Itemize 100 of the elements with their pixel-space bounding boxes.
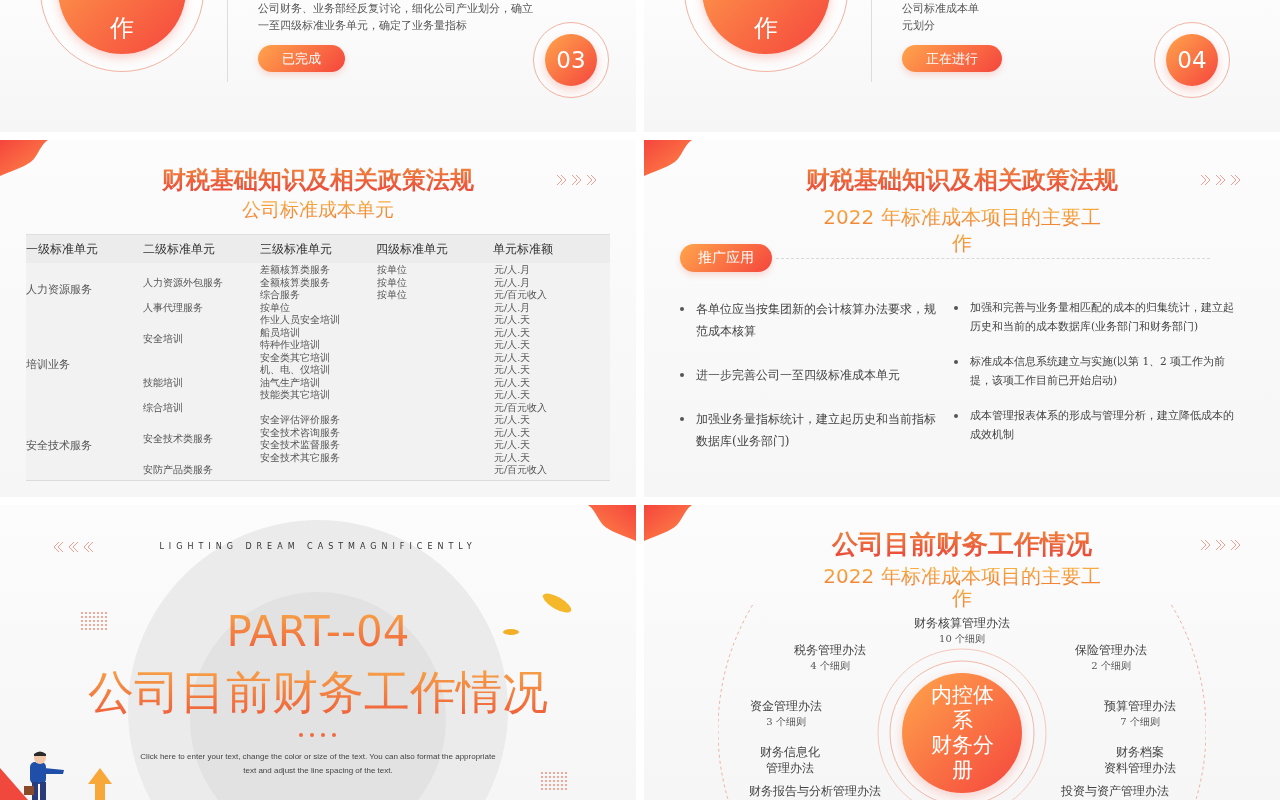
table-cell-text: 差额核算类服务	[260, 264, 331, 277]
table-cell-text: 综合服务	[260, 289, 301, 302]
description-line: 元划分	[902, 18, 935, 33]
table-cell-text: 油气生产培训	[260, 376, 321, 389]
bullet-text: 进一步完善公司一至四级标准成本单元	[696, 367, 900, 384]
node-count: 10 个细则	[939, 631, 985, 645]
description-line: 一至四级标准业务单元，确定了业务量指标	[258, 18, 467, 33]
column-header: 三级标准单元	[259, 240, 333, 258]
table-cell-text: 按单位	[377, 264, 408, 277]
table-cell-text: 技能培训	[143, 376, 184, 389]
number-disc: 04	[1166, 34, 1218, 86]
node-title: 投资与资产管理办法	[1061, 783, 1169, 799]
node-count: 2 个细则	[1091, 658, 1131, 672]
table-cell-text: 元/人.天	[494, 451, 532, 464]
center-label: 财务分	[930, 733, 994, 758]
table-cell-text: 元/人.月	[494, 276, 532, 289]
status-pill: 已完成	[258, 45, 345, 72]
description-text: Click here to enter your text, change the color or size of the text. You can also format the appropriate text and adjust the line spacing of the text.	[139, 751, 497, 777]
node-title: 财务信息化	[760, 744, 820, 760]
table-cell-text: 安全技术监督服务	[260, 439, 341, 452]
table-cell-text: 元/人.月	[494, 301, 532, 314]
table-cell-text: 元/人.天	[494, 376, 532, 389]
node-title: 预算管理办法	[1104, 698, 1176, 714]
bullet-text: 加强业务量指标统计，建立起历史和当前指标数据库(业务部门)	[696, 411, 937, 450]
table-cell-text: 元/人.天	[494, 389, 532, 402]
table-cell-text: 机、电、仪培训	[260, 364, 331, 377]
node-count: 7 个细则	[1120, 714, 1160, 728]
bullet-text: 各单位应当按集团新的会计核算办法要求，规范成本核算	[696, 301, 937, 340]
section-tag: 推广应用	[680, 244, 772, 272]
table-cell-text: 技能类其它培训	[260, 389, 331, 402]
column-header: 单元标准额	[493, 240, 555, 258]
column-header: 四级标准单元	[376, 240, 450, 258]
column-header: 二级标准单元	[142, 240, 216, 258]
bullet-icon	[680, 373, 684, 377]
table-cell-text: 人力资源服务	[26, 282, 93, 296]
description-line: 公司财务、业务部经反复讨论，细化公司产业划分，确立	[258, 1, 533, 16]
table-cell-text: 安全技术服务	[26, 439, 93, 452]
table-cell-text: 元/人.天	[494, 426, 532, 439]
table-cell-text: 安全技术其它服务	[260, 451, 341, 464]
center-label: 系	[951, 708, 973, 733]
bullet-icon	[954, 414, 958, 418]
table-cell-text: 元/人.天	[494, 414, 532, 427]
table-cell-text: 元/人.天	[494, 439, 532, 452]
table-cell-text: 元/人.天	[494, 326, 532, 339]
dot-grid-drawing	[540, 771, 568, 791]
slide-subtitle: 2022 年标准成本项目的主要工	[823, 204, 1101, 230]
table-cell-text: 按单位	[377, 276, 408, 289]
column-header: 一级标准单元	[26, 240, 99, 258]
bullet-text: 成本管理报表体系的形成与管理分析，建立降低成本的成效机制	[970, 408, 1235, 442]
table-cell-text: 人事代理服务	[143, 301, 204, 314]
description-line: 公司标准成本单	[902, 1, 979, 16]
center-label: 册	[951, 758, 973, 783]
center-label: 内控体	[930, 683, 994, 708]
table-cell-text: 人力资源外包服务	[143, 276, 224, 289]
node-title: 财务核算管理办法	[914, 615, 1010, 631]
table-cell-text: 作业人员安全培训	[260, 314, 341, 327]
status-pill: 正在进行	[902, 45, 1002, 72]
node-title: 财务报告与分析管理办法	[749, 783, 881, 799]
table-cell-text: 元/人.天	[494, 351, 532, 364]
table-cell-text: 元/人.月	[494, 264, 532, 277]
node-title: 管理办法	[766, 760, 814, 776]
table-cell-text: 安全技术类服务	[143, 432, 214, 446]
node-title: 资金管理办法	[750, 698, 822, 714]
table-cell-text: 安全培训	[143, 332, 184, 346]
bullet-icon	[680, 307, 684, 311]
table-cell-text: 安防产品类服务	[143, 464, 214, 477]
table-cell-text: 全额核算类服务	[260, 276, 331, 289]
table-cell-text: 按单位	[260, 301, 291, 314]
table-cell-text: 安全技术咨询服务	[260, 426, 341, 439]
table-cell-text: 安全类其它培训	[260, 351, 331, 364]
table-cell-text: 特种作业培训	[260, 339, 321, 352]
node-title: 税务管理办法	[794, 642, 866, 658]
bullet-text: 标准成本信息系统建立与实施(以第 1、2 项工作为前提，该项工作目前已开始启动)	[970, 354, 1227, 388]
table-cell-text: 元/百元收入	[494, 464, 549, 477]
bullet-text: 加强和完善与业务量相匹配的成本的归集统计，建立起历史和当前的成本数据库(业务部门和财务部门)	[970, 300, 1235, 334]
table-cell-text: 元/百元收入	[494, 289, 549, 302]
node-title: 资料管理办法	[1104, 760, 1176, 776]
tagline: LIGHTING DREAM CASTMAGNIFICENTLY	[159, 541, 477, 553]
bullet-icon	[954, 360, 958, 364]
bullet-icon	[680, 417, 684, 421]
bullet-icon	[954, 306, 958, 310]
slide-subtitle: 作	[952, 587, 972, 609]
node-title: 保险管理办法	[1075, 642, 1147, 658]
heading-disc: 作	[58, 0, 186, 54]
table-cell-text: 按单位	[377, 289, 408, 302]
node-title: 财务档案	[1116, 744, 1164, 760]
node-count: 4 个细则	[810, 658, 850, 672]
table-cell-text: 元/人.天	[494, 339, 532, 352]
table-cell-text: 元/人.天	[494, 314, 532, 327]
number-disc: 03	[545, 34, 597, 86]
table-cell-text: 元/人.天	[494, 364, 532, 377]
table-cell-text: 船员培训	[260, 326, 301, 339]
table-cell-text: 综合培训	[143, 401, 184, 414]
heading-disc: 作	[702, 0, 830, 54]
table-cell-text: 元/百元收入	[494, 401, 549, 414]
dot-grid-drawing	[80, 611, 108, 631]
slide-subtitle: 2022 年标准成本项目的主要工	[823, 565, 1101, 587]
node-count: 3 个细则	[766, 714, 806, 728]
table-cell-text: 培训业务	[26, 357, 71, 371]
table-cell-text: 安全评估评价服务	[260, 414, 341, 427]
